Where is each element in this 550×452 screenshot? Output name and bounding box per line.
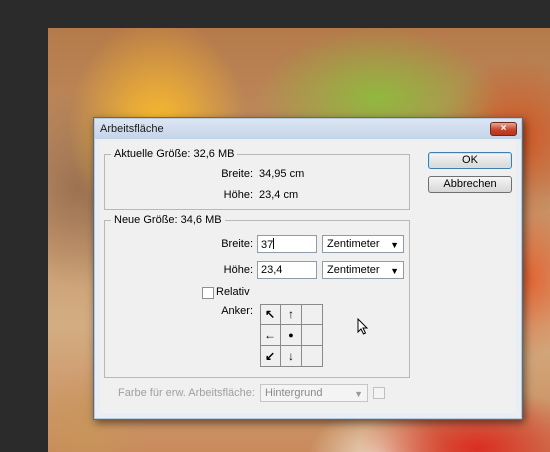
width-unit-value: Zentimeter	[327, 238, 380, 250]
anchor-cell-middle-right[interactable]	[302, 325, 323, 346]
anchor-cell-top-right[interactable]	[302, 304, 323, 325]
dialog-title: Arbeitsfläche	[100, 123, 164, 135]
current-size-title: Aktuelle Größe: 32,6 MB	[111, 148, 238, 160]
anchor-cell-bottom-left[interactable]: ↙	[260, 346, 281, 367]
chevron-down-icon: ▼	[390, 266, 399, 276]
chevron-down-icon: ▼	[390, 240, 399, 250]
extension-color-value: Hintergrund	[265, 387, 323, 399]
cancel-button-label: Abbrechen	[443, 178, 497, 190]
width-input-value: 37	[261, 239, 274, 251]
width-input[interactable]: 37	[257, 235, 317, 253]
anchor-cell-bottom-center[interactable]: ↓	[281, 346, 302, 367]
current-height-label: Höhe:	[223, 189, 253, 201]
ok-button[interactable]: OK	[428, 152, 512, 169]
anchor-cell-top-center[interactable]: ↑	[281, 304, 302, 325]
chevron-down-icon: ▼	[354, 389, 363, 399]
current-height-value: 23,4 cm	[259, 189, 299, 201]
dialog-titlebar[interactable]: Arbeitsfläche ×	[95, 119, 521, 139]
new-size-group: Neue Größe: 34,6 MB Breite: 37 Zentimete…	[104, 214, 410, 378]
mouse-cursor-icon	[357, 318, 369, 335]
anchor-label: Anker:	[221, 305, 253, 317]
height-input-value: 23,4	[261, 264, 283, 276]
anchor-cell-top-left[interactable]: ↖	[260, 304, 281, 325]
anchor-cell-middle-left[interactable]: ←	[260, 325, 281, 346]
anchor-cell-center[interactable]: ●	[281, 325, 302, 346]
current-width-label: Breite:	[221, 168, 253, 180]
relative-checkbox[interactable]	[202, 287, 214, 299]
close-icon: ×	[500, 123, 507, 134]
height-unit-select[interactable]: Zentimeter ▼	[322, 261, 404, 279]
height-unit-value: Zentimeter	[327, 264, 380, 276]
cancel-button[interactable]: Abbrechen	[428, 176, 512, 193]
width-unit-select[interactable]: Zentimeter ▼	[322, 235, 404, 253]
current-width-value: 34,95 cm	[259, 168, 305, 180]
relative-label[interactable]: Relativ	[216, 286, 250, 298]
current-size-group: Aktuelle Größe: 32,6 MB Breite: 34,95 cm…	[104, 148, 410, 210]
extension-color-label: Farbe für erw. Arbeitsfläche:	[118, 387, 255, 399]
anchor-cell-bottom-right[interactable]	[302, 346, 323, 367]
new-size-title: Neue Größe: 34,6 MB	[111, 214, 225, 226]
canvas-size-dialog: Arbeitsfläche × Aktuelle Größe: 32,6 MB …	[93, 117, 523, 420]
ok-button-label: OK	[462, 154, 478, 166]
new-height-label: Höhe:	[223, 264, 253, 276]
anchor-grid[interactable]: ↖ ↑ ← ● ↙ ↓	[260, 304, 323, 367]
new-width-label: Breite:	[221, 238, 253, 250]
dialog-body: Aktuelle Größe: 32,6 MB Breite: 34,95 cm…	[100, 140, 516, 413]
close-button[interactable]: ×	[490, 122, 517, 136]
extension-color-swatch[interactable]	[373, 387, 385, 399]
height-input[interactable]: 23,4	[257, 261, 317, 279]
text-caret	[273, 238, 275, 249]
extension-color-select[interactable]: Hintergrund ▼	[260, 384, 368, 402]
